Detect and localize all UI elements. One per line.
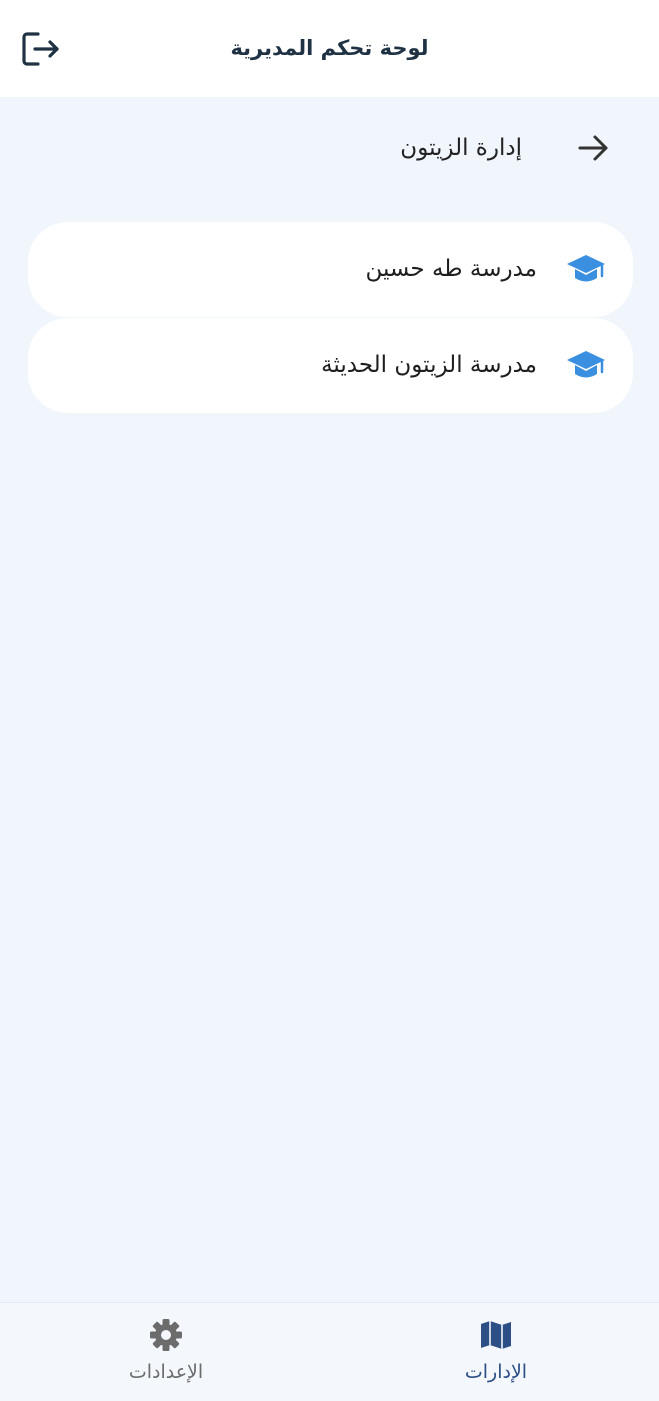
nav-label-departments: الإدارات (464, 1361, 528, 1383)
gear-icon (148, 1317, 184, 1353)
section-title: إدارة الزيتون (400, 135, 522, 161)
nav-item-departments[interactable]: الإدارات (396, 1303, 596, 1401)
app-bar: لوحة تحكم المديرية (0, 0, 659, 97)
page-title: لوحة تحكم المديرية (230, 36, 429, 60)
nav-item-settings[interactable]: الإعدادات (66, 1303, 266, 1401)
graduation-cap-icon (565, 251, 607, 287)
arrow-right-icon (578, 135, 608, 161)
logout-icon (22, 32, 59, 66)
school-card[interactable]: مدرسة الزيتون الحديثة (28, 318, 633, 413)
logout-button[interactable] (18, 28, 64, 70)
school-name: مدرسة طه حسين (365, 256, 537, 282)
nav-label-settings: الإعدادات (128, 1361, 204, 1383)
bottom-nav: الإعدادات الإدارات (0, 1302, 659, 1401)
school-name: مدرسة الزيتون الحديثة (321, 352, 537, 378)
section-header: إدارة الزيتون (0, 118, 659, 178)
school-card[interactable]: مدرسة طه حسين (28, 222, 633, 317)
graduation-cap-icon (565, 347, 607, 383)
map-icon (478, 1317, 514, 1353)
back-button[interactable] (573, 130, 613, 166)
